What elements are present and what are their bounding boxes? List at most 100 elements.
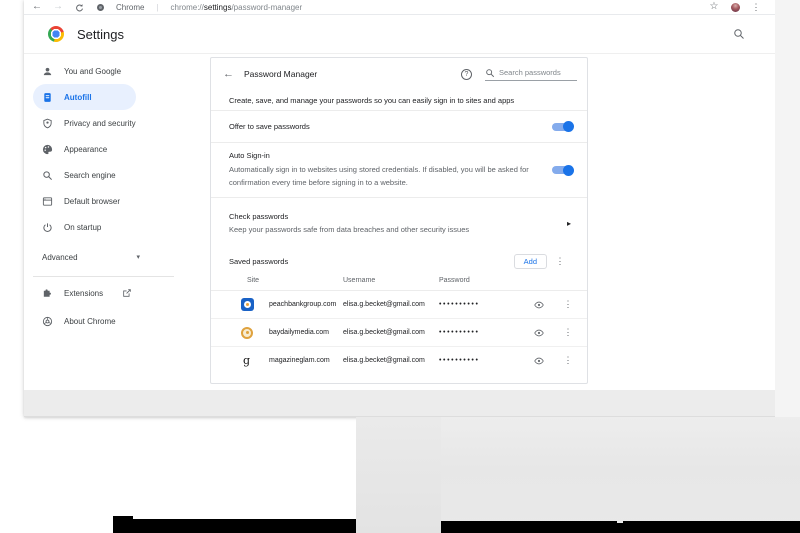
forward-icon[interactable]: → [53,2,63,12]
advanced-label: Advanced [42,252,78,262]
chrome-outline-icon [42,316,53,327]
sidebar-advanced-toggle[interactable]: Advanced ▾ [24,244,210,270]
sidebar-item-default-browser[interactable]: Default browser [33,188,136,214]
browser-menu-icon[interactable]: ⋮ [751,2,761,12]
sidebar-item-appearance[interactable]: Appearance [33,136,136,162]
sidebar-item-label: Appearance [64,144,108,154]
sidebar-item-label: Search engine [64,170,116,180]
browser-toolbar: ← → Chrome | chrome://settings/password-… [24,0,775,15]
external-link-icon [122,288,132,298]
back-arrow-icon[interactable]: ← [223,68,235,80]
password-mask: •••••••••• [439,301,480,308]
passwords-table-header: Site Username Password [211,274,587,291]
saved-passwords-header: Saved passwords Add ⋮ [211,248,587,274]
sidebar-item-label: Autofill [64,92,92,102]
row-menu-icon[interactable]: ⋮ [554,355,582,366]
bookmark-star-icon[interactable]: ☆ [709,2,719,12]
page-info-icon[interactable] [95,2,105,12]
site-favicon [241,326,253,339]
show-password-eye-icon[interactable] [524,328,554,338]
screenshot-canvas: ← → Chrome | chrome://settings/password-… [0,0,800,533]
url-host: settings [203,2,232,12]
chevron-right-icon: ▸ [566,218,571,228]
sidebar-divider [33,276,174,277]
sidebar-item-label: Privacy and security [64,118,136,128]
password-manager-card: ← Password Manager ? Create, save, and m… [210,57,588,384]
check-passwords-label: Check passwords [229,212,289,221]
background-gray-panel [441,417,800,533]
column-site: Site [247,277,260,284]
settings-search-icon[interactable] [733,28,745,40]
site-favicon: g [243,354,251,367]
table-row: baydailymedia.com elisa.g.becket@gmail.c… [211,319,587,347]
settings-sidebar: You and Google Autofill Privacy and secu… [24,54,210,390]
page-title: Settings [77,26,124,42]
palette-icon [42,144,53,155]
sidebar-item-search-engine[interactable]: Search engine [33,162,136,188]
add-password-button[interactable]: Add [513,253,547,269]
cropped-text-block-left [113,516,133,520]
column-username: Username [343,277,376,284]
sidebar-item-about-chrome[interactable]: About Chrome [24,307,210,335]
power-icon [42,222,53,233]
auto-signin-description: Automatically sign in to websites using … [229,164,529,187]
sidebar-item-autofill[interactable]: Autofill [33,84,136,110]
magnifier-icon [42,170,53,181]
check-passwords-description: Keep your passwords safe from data breac… [229,225,470,234]
cropped-text-notch [617,521,623,523]
sidebar-item-you-and-google[interactable]: You and Google [33,58,136,84]
chevron-down-icon: ▾ [136,254,140,261]
auto-signin-row: Auto Sign-in Automatically sign in to we… [211,143,587,198]
puzzle-icon [42,288,53,299]
settings-header: Settings [24,15,775,54]
column-password: Password [439,277,470,284]
reload-icon[interactable] [74,2,84,12]
username-cell: elisa.g.becket@gmail.com [343,301,425,308]
sidebar-item-extensions[interactable]: Extensions [24,279,210,307]
person-icon [42,66,53,77]
sidebar-item-privacy-and-security[interactable]: Privacy and security [33,110,136,136]
address-bar-separator: | [156,2,159,12]
offer-to-save-row: Offer to save passwords [211,111,587,143]
auto-signin-toggle[interactable] [552,164,574,176]
intro-text: Create, save, and manage your passwords … [211,90,587,111]
cropped-text-block-left [113,519,356,533]
show-password-eye-icon[interactable] [524,356,554,366]
username-cell: elisa.g.becket@gmail.com [343,357,425,364]
site-cell[interactable]: peachbankgroup.com [269,301,343,308]
site-cell[interactable]: baydailymedia.com [269,329,343,336]
row-menu-icon[interactable]: ⋮ [554,299,582,310]
password-mask: •••••••••• [439,357,480,364]
profile-avatar[interactable] [730,2,740,12]
sidebar-item-label: You and Google [64,66,122,76]
password-search [485,68,577,81]
back-icon[interactable]: ← [32,2,42,12]
help-icon[interactable]: ? [461,68,472,80]
check-passwords-row[interactable]: Check passwords Keep your passwords safe… [211,198,587,248]
window-footer-band [24,390,775,417]
table-row: g magazineglam.com elisa.g.becket@gmail.… [211,347,587,374]
row-menu-icon[interactable]: ⋮ [554,327,582,338]
search-icon [485,68,495,78]
browser-icon [42,196,53,207]
address-bar-url[interactable]: chrome://settings/password-manager [171,3,303,12]
offer-to-save-toggle[interactable] [552,121,574,132]
settings-main: ← Password Manager ? Create, save, and m… [210,54,775,390]
saved-passwords-label: Saved passwords [229,256,289,266]
url-scheme: chrome:// [170,2,204,12]
sidebar-item-on-startup[interactable]: On startup [33,214,136,240]
background-right-strip [775,0,800,417]
show-password-eye-icon[interactable] [524,300,554,310]
background-gray-column [356,417,441,533]
chrome-logo-icon [48,26,64,42]
search-passwords-input[interactable] [499,68,577,77]
sidebar-item-label: On startup [64,222,102,232]
sidebar-item-label: Default browser [64,196,121,206]
auto-signin-label: Auto Sign-in [229,150,270,160]
address-bar-page-label[interactable]: Chrome [116,3,144,12]
sidebar-item-label: About Chrome [64,316,116,326]
sidebar-item-label: Extensions [64,288,104,298]
table-row: peachbankgroup.com elisa.g.becket@gmail.… [211,291,587,319]
saved-passwords-menu-icon[interactable]: ⋮ [547,256,573,267]
site-cell[interactable]: magazineglam.com [269,357,343,364]
